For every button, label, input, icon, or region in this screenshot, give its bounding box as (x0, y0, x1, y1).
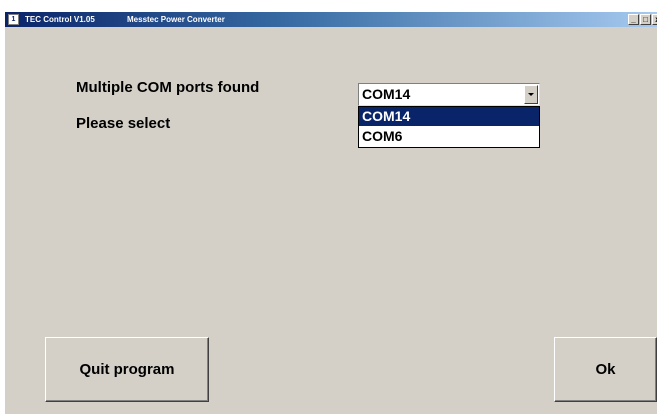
window-subtitle: Messtec Power Converter (127, 15, 225, 24)
com-option-com14[interactable]: COM14 (359, 107, 539, 126)
maximize-button[interactable]: □ (640, 14, 651, 25)
com-port-select-value: COM14 (362, 86, 411, 102)
quit-program-button[interactable]: Quit program (45, 337, 209, 402)
app-icon[interactable]: 1 (8, 14, 19, 25)
minimize-button[interactable]: _ (628, 14, 639, 25)
com-port-dropdown-list: COM14 COM6 (358, 106, 540, 148)
title-bar[interactable]: 1 TEC Control V1.05 Messtec Power Conver… (5, 12, 657, 27)
ok-button[interactable]: Ok (554, 337, 657, 402)
com-found-label: Multiple COM ports found (76, 79, 260, 96)
com-port-select[interactable]: COM14 (358, 83, 540, 106)
chevron-down-icon[interactable] (524, 85, 538, 104)
com-option-com6[interactable]: COM6 (359, 127, 539, 146)
please-select-label: Please select (76, 115, 171, 132)
window-title: TEC Control V1.05 (25, 15, 95, 24)
app-window: 1 TEC Control V1.05 Messtec Power Conver… (5, 12, 657, 414)
close-button[interactable]: x (652, 14, 657, 25)
